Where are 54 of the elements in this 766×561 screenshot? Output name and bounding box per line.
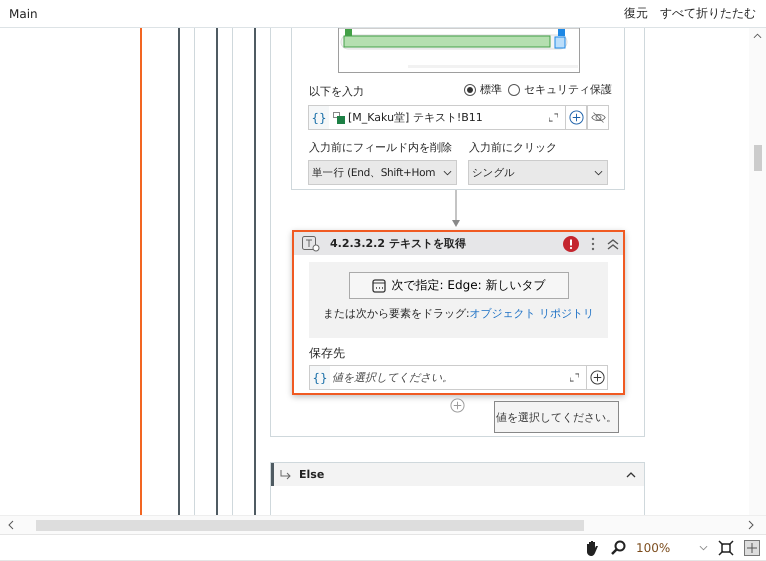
- scroll-left-icon[interactable]: [8, 520, 14, 530]
- input-field[interactable]: {} [M_Kaku堂] テキスト!B11: [308, 105, 566, 130]
- zoom-dropdown[interactable]: 100%: [636, 540, 708, 554]
- add-activity-icon[interactable]: [450, 398, 465, 413]
- overview-icon[interactable]: [744, 540, 760, 556]
- chevron-down-icon: [443, 170, 452, 176]
- drag-hint: または次から要素をドラッグ:: [322, 307, 470, 320]
- save-label: 保存先: [309, 345, 346, 362]
- chevron-down-icon: [594, 170, 603, 176]
- plus-icon: [590, 370, 604, 385]
- text-icon: [302, 236, 320, 252]
- else-header[interactable]: Else: [271, 463, 644, 486]
- add-button[interactable]: [587, 365, 608, 390]
- click-label: 入力前にクリック: [469, 140, 557, 155]
- scroll-up-icon[interactable]: [753, 33, 762, 39]
- hand-icon[interactable]: [584, 540, 600, 556]
- repository-link[interactable]: オブジェクト リポジトリ: [470, 307, 594, 320]
- plus-icon: [568, 110, 584, 125]
- zoom-icon[interactable]: [610, 540, 626, 556]
- branch-title: Else: [299, 468, 324, 481]
- vertical-scrollbar[interactable]: [749, 28, 766, 515]
- value-input[interactable]: 値を選択してください。: [330, 370, 563, 385]
- click-dropdown[interactable]: シングル: [468, 160, 608, 185]
- hide-button[interactable]: [587, 105, 609, 130]
- fit-screen-icon[interactable]: [718, 540, 734, 556]
- scroll-right-icon[interactable]: [748, 520, 754, 530]
- clear-label: 入力前にフィールド内を削除: [309, 140, 452, 155]
- workflow-title: Main: [9, 6, 38, 20]
- expand-icon[interactable]: [549, 113, 558, 122]
- scroll-thumb[interactable]: [754, 145, 762, 171]
- more-icon[interactable]: [591, 236, 595, 250]
- save-field[interactable]: {} 値を選択してください。: [309, 365, 587, 390]
- add-button[interactable]: [565, 105, 587, 130]
- input-label: 以下を入力: [309, 84, 364, 99]
- radio-option[interactable]: 標準: [464, 82, 502, 97]
- indicate-button[interactable]: 次で指定: Edge: 新しいタブ: [348, 272, 568, 299]
- eye-slash-icon: [590, 110, 606, 125]
- activity-title: 4.2.3.2.2 テキストを取得: [330, 236, 466, 251]
- branch-arrow-icon: [280, 470, 292, 480]
- variable-mark: {}: [310, 366, 330, 389]
- clear-dropdown[interactable]: 単一行 (End、Shift+Hom: [308, 160, 457, 185]
- collapse-icon[interactable]: [607, 238, 619, 250]
- tooltip: 値を選択してください。: [494, 401, 619, 433]
- variable-mark: {}: [309, 106, 329, 129]
- header-link[interactable]: 復元: [624, 5, 648, 22]
- radio-option[interactable]: セキュリティ保護: [508, 82, 612, 97]
- header-link[interactable]: すべて折りたたむ: [660, 5, 756, 22]
- chevron-icon[interactable]: [626, 472, 636, 478]
- excel-icon: [333, 112, 345, 124]
- horizontal-scrollbar[interactable]: [0, 515, 766, 534]
- connector-arrow: [451, 190, 461, 228]
- window-icon: [372, 278, 386, 292]
- chevron-down-icon: [699, 544, 708, 550]
- expand-icon[interactable]: [570, 373, 579, 382]
